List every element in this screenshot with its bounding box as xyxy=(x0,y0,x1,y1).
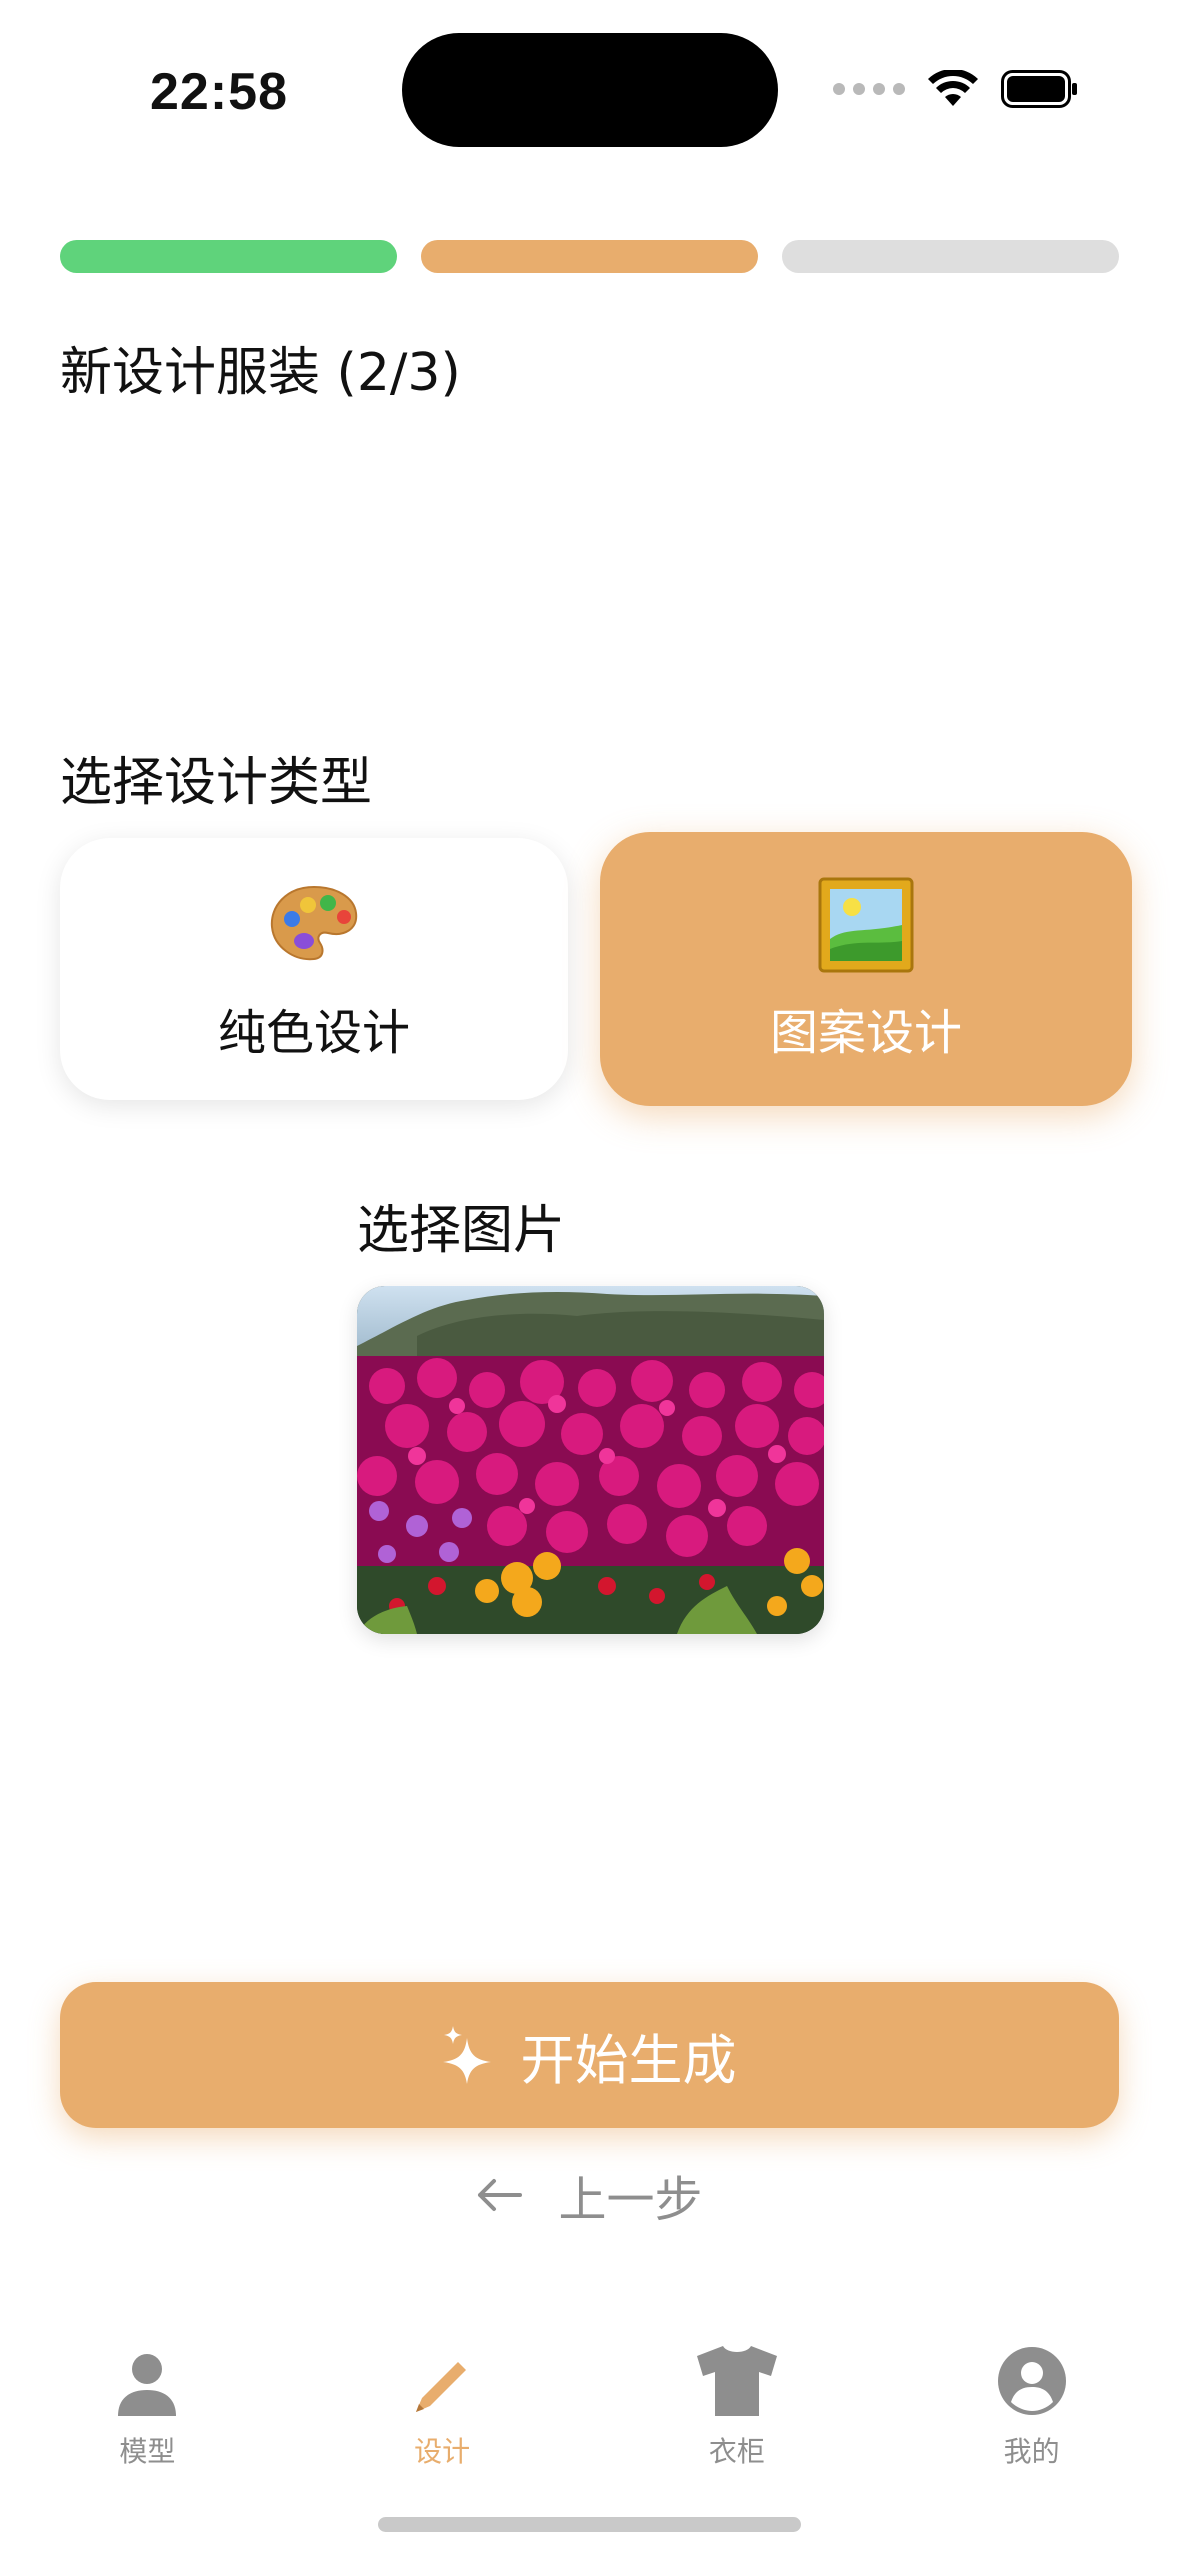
palette-icon xyxy=(270,885,358,961)
wifi-icon xyxy=(928,70,978,106)
sparkles-icon xyxy=(442,2026,491,2084)
tab-wardrobe-label: 衣柜 xyxy=(708,2435,765,2468)
progress-step-1 xyxy=(60,240,397,273)
tab-model[interactable]: 模型 xyxy=(0,2320,295,2480)
select-image-label: 选择图片 xyxy=(357,1201,566,1261)
tab-design[interactable]: 设计 xyxy=(295,2320,590,2480)
tab-profile[interactable]: 我的 xyxy=(884,2320,1179,2480)
design-type-label: 选择设计类型 xyxy=(60,753,373,813)
pencil-icon xyxy=(416,2362,467,2412)
tab-profile-label: 我的 xyxy=(1003,2435,1060,2468)
tab-wardrobe[interactable]: 衣柜 xyxy=(590,2320,885,2480)
start-generate-label: 开始生成 xyxy=(520,2028,737,2092)
progress-step-3 xyxy=(782,240,1119,273)
home-indicator xyxy=(378,2517,801,2532)
solid-design-card[interactable]: 纯色设计 xyxy=(60,838,568,1100)
arrow-left-icon xyxy=(478,2179,523,2211)
selected-image[interactable] xyxy=(357,1286,824,1634)
solid-design-label: 纯色设计 xyxy=(217,1005,410,1061)
previous-step-label: 上一步 xyxy=(558,2172,703,2228)
page-title: 新设计服装 (2/3) xyxy=(60,343,461,403)
tab-model-label: 模型 xyxy=(119,2435,176,2468)
tab-design-label: 设计 xyxy=(414,2435,471,2468)
progress-step-2 xyxy=(421,240,758,273)
cellular-signal-icon xyxy=(833,83,905,95)
pattern-design-card[interactable]: 图案设计 xyxy=(600,832,1132,1106)
tshirt-icon xyxy=(696,2346,777,2416)
framed-picture-icon xyxy=(818,877,914,973)
tab-bar: 模型 设计 衣柜 我的 xyxy=(0,2320,1179,2480)
status-icons xyxy=(833,70,1079,108)
start-generate-button[interactable]: 开始生成 xyxy=(60,1982,1119,2128)
pattern-design-label: 图案设计 xyxy=(769,1005,962,1061)
previous-step-button[interactable]: 上一步 xyxy=(0,2160,1179,2230)
step-progress xyxy=(60,240,1119,273)
battery-icon xyxy=(1001,70,1077,108)
status-time: 22:58 xyxy=(150,63,288,121)
dynamic-island xyxy=(402,33,778,147)
person-icon xyxy=(118,2354,177,2416)
profile-circle-icon xyxy=(997,2347,1066,2415)
